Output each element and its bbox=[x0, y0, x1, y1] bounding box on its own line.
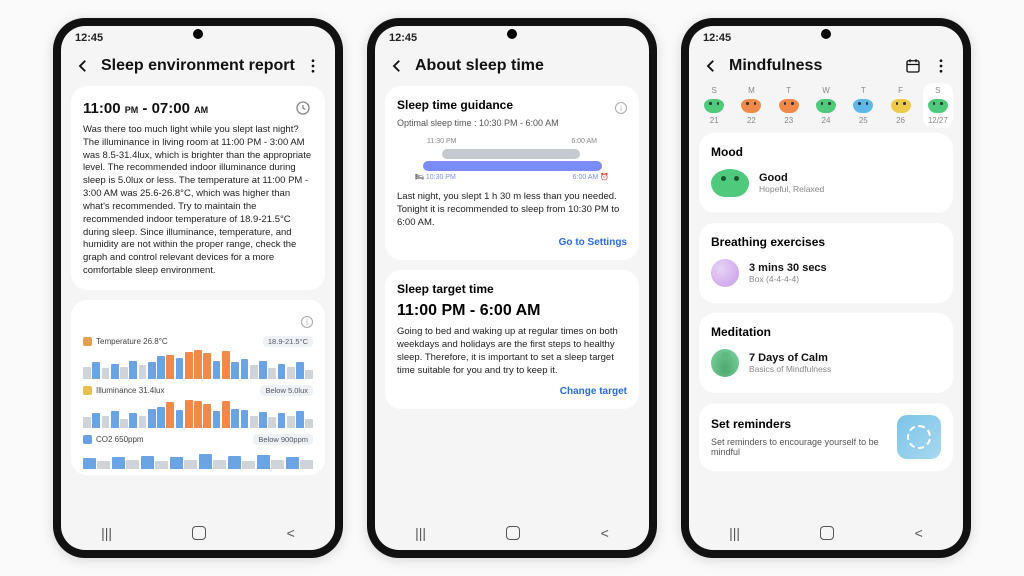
go-settings-link[interactable]: Go to Settings bbox=[397, 237, 627, 248]
reminder-icon bbox=[897, 415, 941, 459]
history-icon[interactable] bbox=[293, 98, 313, 118]
more-icon[interactable] bbox=[303, 56, 323, 76]
info-icon[interactable]: i bbox=[301, 316, 313, 328]
day-item[interactable]: W24 bbox=[811, 86, 841, 125]
calendar-icon[interactable] bbox=[903, 56, 923, 76]
week-selector[interactable]: S21M22 T23W24T25F26 S12/27 bbox=[689, 86, 963, 133]
day-item[interactable]: M22 bbox=[736, 86, 766, 125]
day-item[interactable]: S21 bbox=[699, 86, 729, 125]
nav-bar: ||| < bbox=[61, 516, 335, 550]
recents-icon[interactable]: ||| bbox=[729, 525, 740, 541]
summary-card: 11:00 PM - 07:00 AM Was there too much l… bbox=[71, 86, 325, 290]
camera-hole bbox=[193, 29, 203, 39]
home-icon[interactable] bbox=[506, 526, 520, 540]
back-icon[interactable] bbox=[701, 56, 721, 76]
temp-bars bbox=[83, 349, 313, 379]
day-item[interactable]: T25 bbox=[848, 86, 878, 125]
nav-back-icon[interactable]: < bbox=[287, 525, 295, 541]
nav-bar: ||| < bbox=[375, 516, 649, 550]
bed-icon: 🛏 10:30 PM bbox=[415, 173, 456, 181]
phone-about-sleep: 12:45 About sleep time Sleep time guidan… bbox=[367, 18, 657, 558]
page-title: Sleep environment report bbox=[101, 57, 295, 75]
recents-icon[interactable]: ||| bbox=[415, 525, 426, 541]
day-item[interactable]: S12/27 bbox=[923, 83, 953, 128]
target-range: 11:00 PM - 6:00 AM bbox=[397, 302, 627, 320]
recents-icon[interactable]: ||| bbox=[101, 525, 112, 541]
alarm-icon: 6:00 AM ⏰ bbox=[573, 173, 609, 181]
day-item[interactable]: T23 bbox=[774, 86, 804, 125]
reminders-card[interactable]: Set reminders Set reminders to encourage… bbox=[699, 403, 953, 471]
sleep-timeline: 11:30 PM6:00 AM 🛏 10:30 PM6:00 AM ⏰ bbox=[397, 138, 627, 181]
more-icon[interactable] bbox=[931, 56, 951, 76]
nav-back-icon[interactable]: < bbox=[915, 525, 923, 541]
meditation-icon bbox=[711, 349, 739, 377]
illum-icon bbox=[83, 386, 92, 395]
change-target-link[interactable]: Change target bbox=[397, 386, 627, 397]
phone-mindfulness: 12:45 Mindfulness S21M22T23W24T25F26S12/… bbox=[681, 18, 971, 558]
guidance-card: Sleep time guidancei Optimal sleep time … bbox=[385, 86, 639, 260]
illum-bars bbox=[83, 398, 313, 428]
info-icon[interactable]: i bbox=[615, 102, 627, 114]
time-range: 11:00 PM - 07:00 AM bbox=[83, 100, 208, 117]
target-body: Going to bed and waking up at regular ti… bbox=[397, 326, 627, 377]
temp-icon bbox=[83, 337, 92, 346]
home-icon[interactable] bbox=[192, 526, 206, 540]
camera-hole bbox=[821, 29, 831, 39]
meditation-card[interactable]: Meditation 7 Days of CalmBasics of Mindf… bbox=[699, 313, 953, 393]
breathing-card[interactable]: Breathing exercises 3 mins 30 secsBox (4… bbox=[699, 223, 953, 303]
page-title: Mindfulness bbox=[729, 57, 895, 75]
page-title: About sleep time bbox=[415, 57, 637, 75]
co2-bars bbox=[83, 447, 313, 469]
target-card: Sleep target time 11:00 PM - 6:00 AM Goi… bbox=[385, 270, 639, 408]
back-icon[interactable] bbox=[387, 56, 407, 76]
nav-back-icon[interactable]: < bbox=[601, 525, 609, 541]
back-icon[interactable] bbox=[73, 56, 93, 76]
nav-bar: ||| < bbox=[689, 516, 963, 550]
report-body: Was there too much light while you slept… bbox=[83, 124, 313, 278]
mood-card[interactable]: Mood GoodHopeful, Relaxed bbox=[699, 133, 953, 213]
charts-card: i Temperature 26.8°C18.9-21.5°C Illumina… bbox=[71, 300, 325, 475]
camera-hole bbox=[507, 29, 517, 39]
breathing-icon bbox=[711, 259, 739, 287]
mood-face-icon bbox=[711, 169, 749, 197]
home-icon[interactable] bbox=[820, 526, 834, 540]
day-item[interactable]: F26 bbox=[885, 86, 915, 125]
optimal-text: Optimal sleep time : 10:30 PM - 6:00 AM bbox=[397, 118, 627, 128]
guidance-body: Last night, you slept 1 h 30 m less than… bbox=[397, 191, 627, 229]
phone-sleep-env: 12:45 Sleep environment report 11:00 PM … bbox=[53, 18, 343, 558]
co2-icon bbox=[83, 435, 92, 444]
